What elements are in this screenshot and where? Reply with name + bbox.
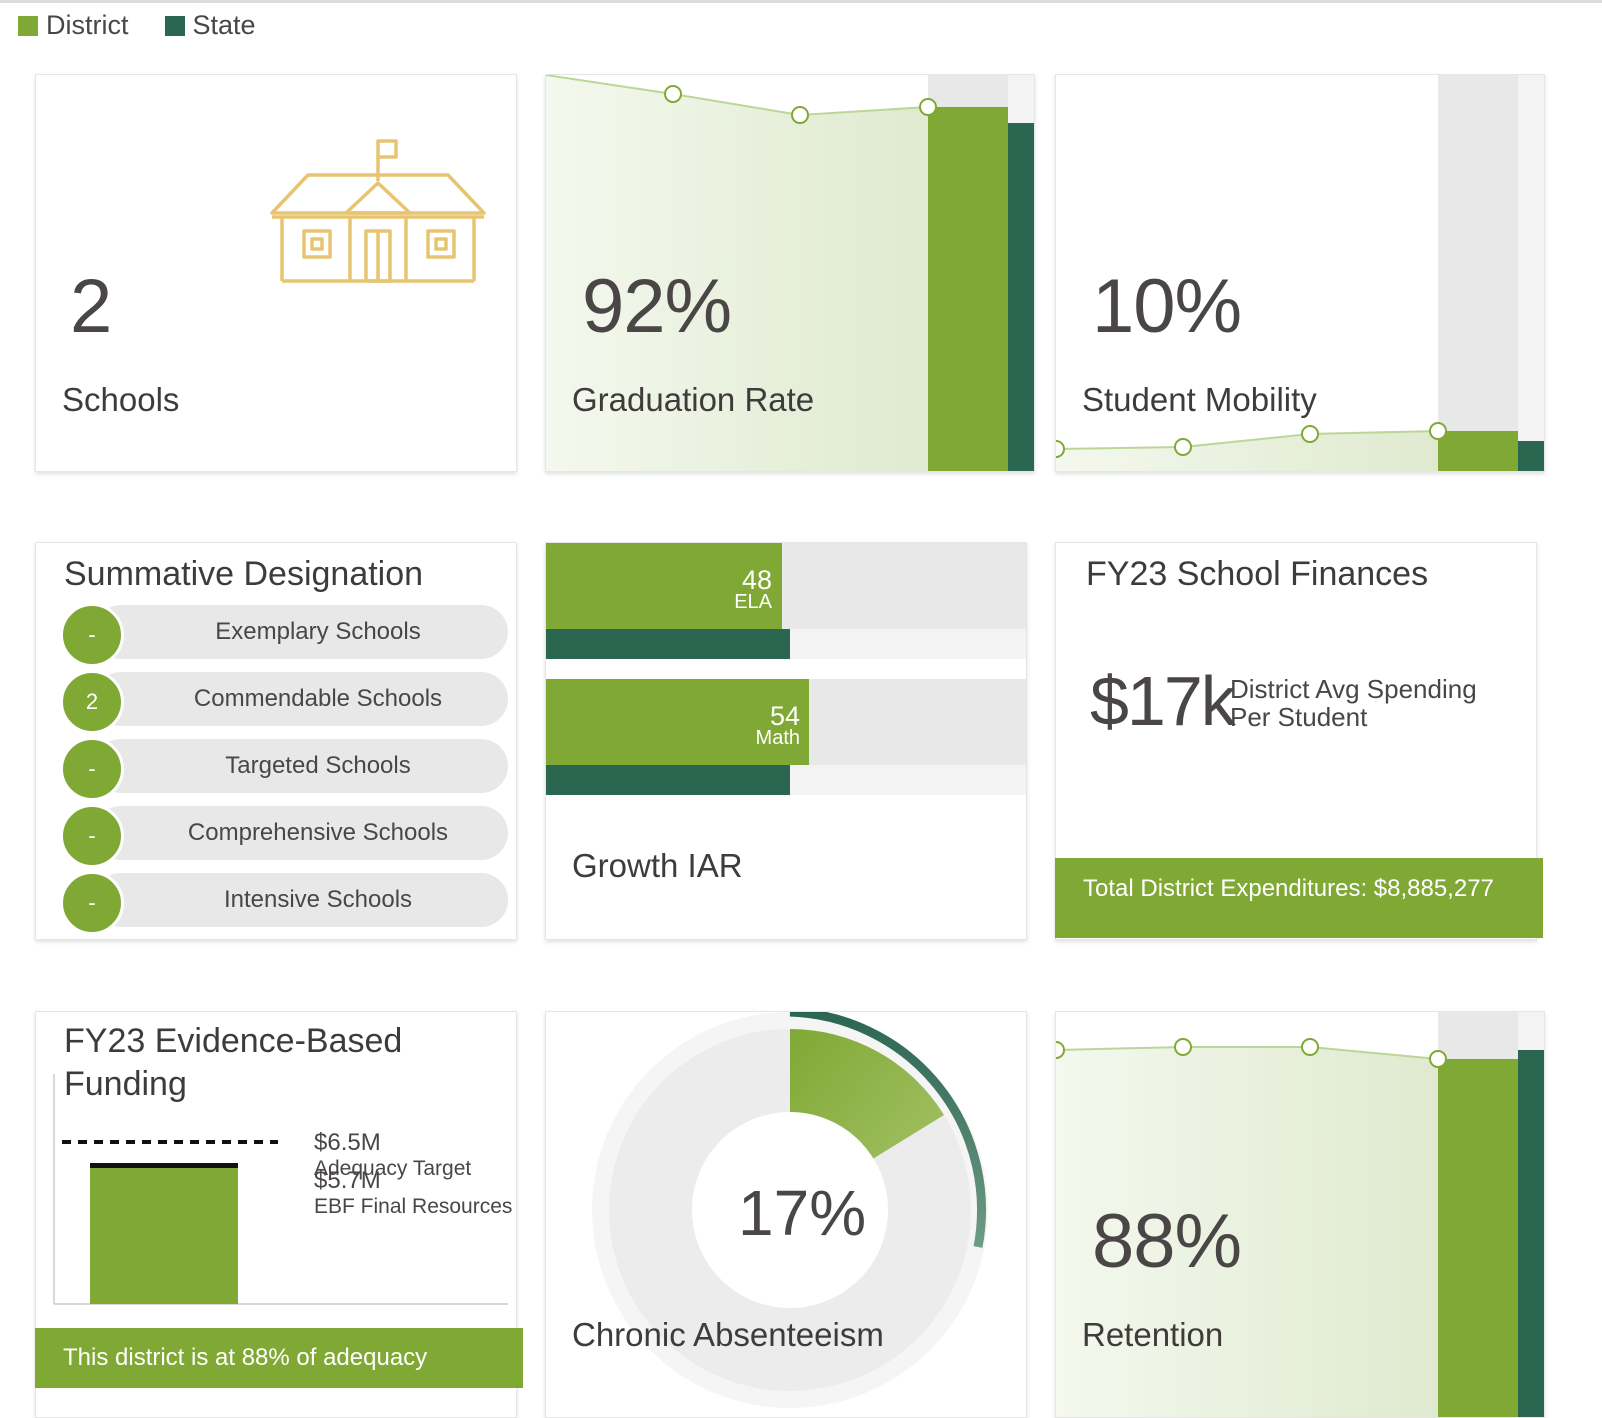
trend-point xyxy=(1301,1038,1319,1056)
district-swatch xyxy=(18,15,38,36)
growth-label: Growth IAR xyxy=(572,847,743,884)
ebf-resources-annotation: $5.7M EBF Final Resources xyxy=(314,1168,512,1220)
math-name: Math xyxy=(755,727,800,749)
graduation-card[interactable]: 92% Graduation Rate xyxy=(545,74,1035,472)
schools-label: Schools xyxy=(62,381,180,418)
state-bar-track xyxy=(1518,75,1544,471)
finances-desc-line1: District Avg Spending xyxy=(1230,674,1477,704)
state-bar xyxy=(1518,1050,1544,1417)
designation-row-exemplary[interactable]: Exemplary Schools - xyxy=(60,603,508,667)
legend-state-label: State xyxy=(192,10,256,40)
designation-count: - xyxy=(60,871,124,935)
trend-point xyxy=(791,106,809,124)
ebf-resources-bar xyxy=(90,1164,238,1304)
mobility-value: 10% xyxy=(1092,264,1242,349)
trend-point xyxy=(1174,438,1192,456)
absenteeism-label: Chronic Absenteeism xyxy=(572,1316,884,1353)
ebf-resources-label: EBF Final Resources xyxy=(314,1195,513,1218)
legend: District State xyxy=(18,10,256,41)
finances-desc-line2: Per Student xyxy=(1230,702,1368,732)
legend-district-label: District xyxy=(46,10,129,40)
mobility-card[interactable]: 10% Student Mobility xyxy=(1055,74,1545,472)
ela-value: 48 xyxy=(741,565,772,595)
absenteeism-card[interactable]: 17% Chronic Absenteeism xyxy=(545,1011,1027,1418)
trend-point xyxy=(1301,425,1319,443)
legend-district[interactable]: District xyxy=(18,10,129,41)
designation-count: - xyxy=(60,603,124,667)
trend-point xyxy=(1174,1038,1192,1056)
total-expenditures-banner: Total District Expenditures: $8,885,277 xyxy=(1055,858,1543,938)
ebf-resources-value: $5.7M xyxy=(314,1167,381,1194)
designation-label: Commendable Schools xyxy=(94,672,508,726)
retention-label: Retention xyxy=(1082,1316,1224,1353)
designation-label: Intensive Schools xyxy=(94,873,508,927)
district-bar xyxy=(1438,1059,1518,1417)
growth-card[interactable]: 48 ELA 54 Math Growth IAR xyxy=(545,542,1027,940)
trend-point xyxy=(1429,1050,1447,1068)
state-bar xyxy=(1008,123,1034,471)
math-bar-label: 54 Math xyxy=(716,701,800,750)
designation-count: 2 xyxy=(60,670,124,734)
designation-label: Comprehensive Schools xyxy=(94,806,508,860)
legend-state[interactable]: State xyxy=(164,10,256,41)
ela-bar-label: 48 ELA xyxy=(696,565,772,614)
finances-amount: $17k xyxy=(1090,662,1236,740)
designation-row-intensive[interactable]: Intensive Schools - xyxy=(60,871,508,935)
schools-count: 2 xyxy=(70,264,112,349)
math-state-bar xyxy=(546,765,790,795)
trend-point xyxy=(1056,1041,1065,1059)
finances-desc: District Avg Spending Per Student xyxy=(1230,675,1477,731)
math-value: 54 xyxy=(769,701,800,731)
district-bar xyxy=(928,107,1008,471)
state-bar xyxy=(1518,441,1544,471)
trend-point xyxy=(1429,422,1447,440)
finances-title: FY23 School Finances xyxy=(1086,555,1429,593)
retention-card[interactable]: 88% Retention xyxy=(1055,1011,1545,1418)
district-bar xyxy=(1438,431,1518,471)
ebf-resources-cap xyxy=(90,1163,238,1168)
designation-label: Exemplary Schools xyxy=(94,605,508,659)
graduation-label: Graduation Rate xyxy=(572,381,815,418)
trend-point xyxy=(919,98,937,116)
summative-card[interactable]: Summative Designation Exemplary Schools … xyxy=(35,542,517,940)
ela-state-bar xyxy=(546,629,790,659)
adequacy-banner: This district is at 88% of adequacy xyxy=(35,1328,523,1388)
mobility-label: Student Mobility xyxy=(1082,381,1317,418)
designation-row-targeted[interactable]: Targeted Schools - xyxy=(60,737,508,801)
designation-count: - xyxy=(60,804,124,868)
retention-value: 88% xyxy=(1092,1199,1242,1284)
state-swatch xyxy=(164,15,185,36)
designation-row-comprehensive[interactable]: Comprehensive Schools - xyxy=(60,804,508,868)
schoolhouse-icon xyxy=(270,139,486,283)
top-divider xyxy=(0,0,1602,3)
trend-point xyxy=(1056,440,1065,458)
ela-name: ELA xyxy=(734,591,772,613)
summative-title: Summative Designation xyxy=(64,555,424,593)
designation-label: Targeted Schools xyxy=(94,739,508,793)
schools-card[interactable]: 2 Schools xyxy=(35,74,517,472)
designation-count: - xyxy=(60,737,124,801)
absenteeism-value: 17% xyxy=(738,1177,867,1249)
graduation-value: 92% xyxy=(582,264,732,349)
district-bar-track xyxy=(1438,75,1518,471)
designation-row-commendable[interactable]: Commendable Schools 2 xyxy=(60,670,508,734)
trend-point xyxy=(664,85,682,103)
adequacy-target-value: $6.5M xyxy=(314,1129,381,1156)
